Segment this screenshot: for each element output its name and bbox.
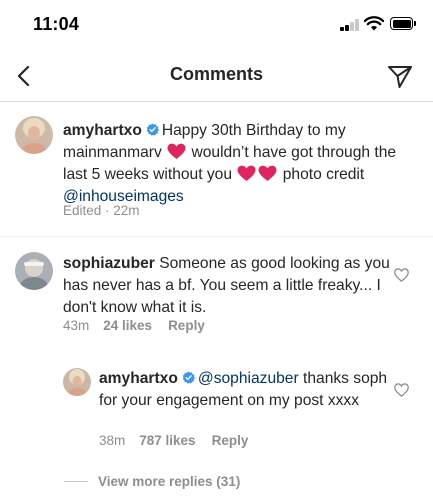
red-heart-emoji-icon <box>167 143 186 160</box>
reply-meta: 38m 787 likes Reply <box>99 433 248 448</box>
view-more-replies-button[interactable]: View more replies (31) <box>64 474 240 492</box>
status-time: 11:04 <box>33 14 80 34</box>
comments-header: Comments <box>0 50 433 102</box>
reply-button[interactable]: Reply <box>168 318 205 333</box>
caption-username[interactable]: amyhartxo <box>63 122 142 139</box>
caption-text: amyhartxo Happy 30th Birthday to my mainm… <box>63 120 398 208</box>
cellular-signal-icon <box>340 19 360 31</box>
comment-text: sophiazuber Someone as good looking as y… <box>63 253 398 319</box>
reply-button[interactable]: Reply <box>212 433 249 448</box>
avatar[interactable] <box>15 252 53 290</box>
reply-username[interactable]: amyhartxo <box>99 370 178 387</box>
red-heart-emoji-icon <box>258 165 277 182</box>
reply-mention-link[interactable]: @sophiazuber <box>198 370 299 387</box>
page-title: Comments <box>169 64 263 84</box>
battery-icon <box>390 17 416 31</box>
caption-text-part3: photo credit <box>282 166 365 183</box>
heart-outline-icon[interactable] <box>394 383 409 397</box>
comment-meta: 43m 24 likes Reply <box>63 318 205 333</box>
view-more-label: View more replies (31) <box>98 474 241 489</box>
reply-text: amyhartxo @sophiazuber thanks soph for yo… <box>99 368 391 412</box>
reply-time: 38m <box>99 433 126 448</box>
heart-outline-icon[interactable] <box>394 268 409 282</box>
reply-likes[interactable]: 787 likes <box>139 433 195 448</box>
comment-time: 43m <box>63 318 90 333</box>
red-heart-emoji-icon <box>237 165 256 182</box>
status-bar: 11:04 <box>0 0 433 50</box>
divider-line <box>64 481 88 482</box>
avatar[interactable] <box>15 116 53 154</box>
verified-badge-icon <box>146 123 159 136</box>
avatar[interactable] <box>63 368 91 396</box>
caption-meta: Edited · 22m <box>63 203 140 218</box>
direct-send-icon[interactable] <box>386 63 414 91</box>
divider <box>0 236 433 237</box>
comment-likes[interactable]: 24 likes <box>103 318 152 333</box>
verified-badge-icon <box>182 371 195 384</box>
wifi-icon <box>364 16 384 31</box>
comment-username[interactable]: sophiazuber <box>63 255 155 272</box>
